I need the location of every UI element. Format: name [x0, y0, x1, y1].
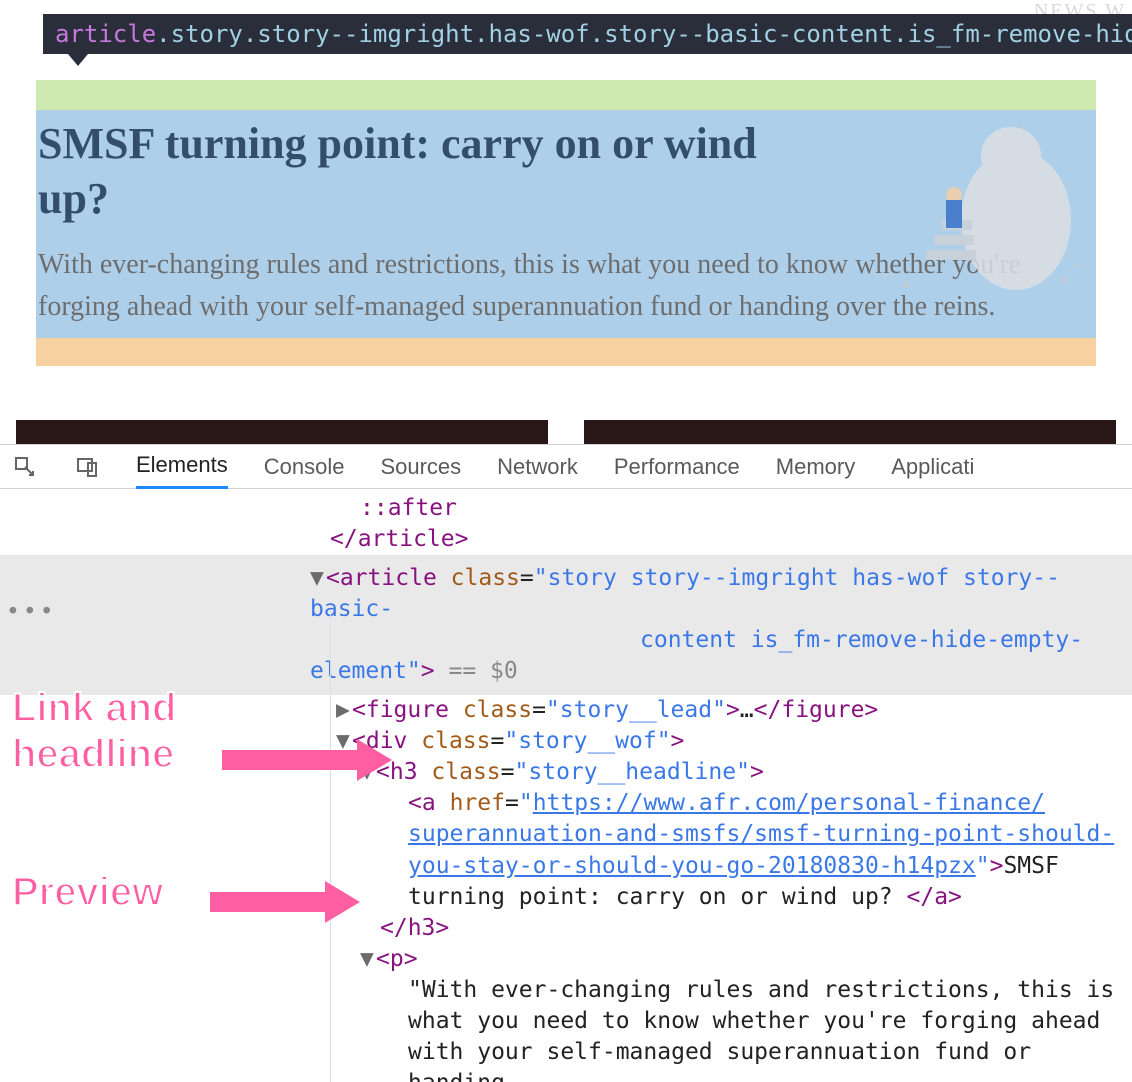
inspector-tooltip: article.story.story--imgright.has-wof.st…	[43, 14, 1132, 54]
tab-performance[interactable]: Performance	[614, 446, 740, 488]
inspect-icon[interactable]	[12, 454, 38, 480]
thumbnail-strip	[16, 420, 1116, 444]
dom-line[interactable]: you-stay-or-should-you-go-20180830-h14pz…	[0, 851, 1132, 882]
thumbnail[interactable]	[584, 420, 1116, 444]
tab-console[interactable]: Console	[264, 446, 345, 488]
dom-line[interactable]: </h3>	[0, 913, 1132, 944]
devtools-tabs: Elements Console Sources Network Perform…	[0, 445, 1132, 489]
tooltip-classes: .story.story--imgright.has-wof.story--ba…	[156, 20, 1132, 48]
tab-application[interactable]: Applicati	[891, 446, 974, 488]
dom-line[interactable]: superannuation-and-smsfs/smsf-turning-po…	[0, 819, 1132, 850]
dom-line[interactable]: with your self-managed superannuation fu…	[0, 1037, 1132, 1082]
article-illustration	[876, 100, 1086, 300]
caret-down-icon[interactable]: ▼	[360, 757, 376, 788]
caret-down-icon[interactable]: ▼	[336, 726, 352, 757]
dom-tree[interactable]: ••• ::after </article> ▼<article class="…	[0, 489, 1132, 1082]
dom-line[interactable]: what you need to know whether you're for…	[0, 1006, 1132, 1037]
caret-right-icon[interactable]: ▶	[336, 695, 352, 726]
breadcrumb-ellipsis[interactable]: •••	[6, 597, 57, 628]
dom-line[interactable]: ▼<p>	[0, 944, 1132, 975]
devtools-panel: Elements Console Sources Network Perform…	[0, 444, 1132, 1082]
annotation-preview: Preview	[12, 869, 163, 915]
thumbnail[interactable]	[16, 420, 548, 444]
caret-down-icon[interactable]: ▼	[360, 944, 376, 975]
tooltip-tagname: article	[55, 20, 156, 48]
dom-line[interactable]: ::after	[0, 493, 1132, 524]
tab-memory[interactable]: Memory	[776, 446, 855, 488]
tab-sources[interactable]: Sources	[380, 446, 461, 488]
dom-line[interactable]: turning point: carry on or wind up? </a>	[0, 882, 1132, 913]
annotation-link-headline: Link andheadline	[12, 685, 176, 777]
article-headline[interactable]: SMSF turning point: carry on or wind up?	[38, 116, 838, 226]
highlighted-article[interactable]: SMSF turning point: carry on or wind up?…	[36, 80, 1096, 366]
highlight-content: SMSF turning point: carry on or wind up?…	[36, 110, 1096, 338]
caret-down-icon[interactable]: ▼	[310, 563, 326, 594]
device-toggle-icon[interactable]	[74, 454, 100, 480]
highlight-margin-bottom	[36, 338, 1096, 366]
dom-line[interactable]: "With ever-changing rules and restrictio…	[0, 975, 1132, 1006]
dom-line-selected[interactable]: ▼<article class="story story--imgright h…	[0, 555, 1132, 695]
tab-network[interactable]: Network	[497, 446, 578, 488]
tooltip-tail	[68, 54, 88, 66]
tab-elements[interactable]: Elements	[136, 444, 228, 489]
indent-guide	[330, 611, 331, 1082]
dom-line[interactable]: <a href="https://www.afr.com/personal-fi…	[0, 788, 1132, 819]
dom-line[interactable]: </article>	[0, 524, 1132, 555]
